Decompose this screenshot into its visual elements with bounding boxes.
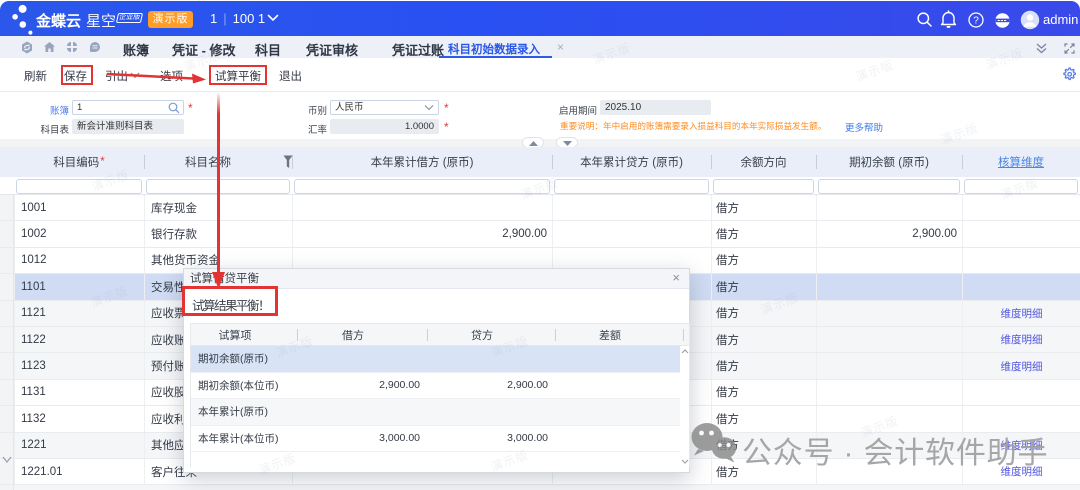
svg-text:?: ? (973, 16, 979, 27)
